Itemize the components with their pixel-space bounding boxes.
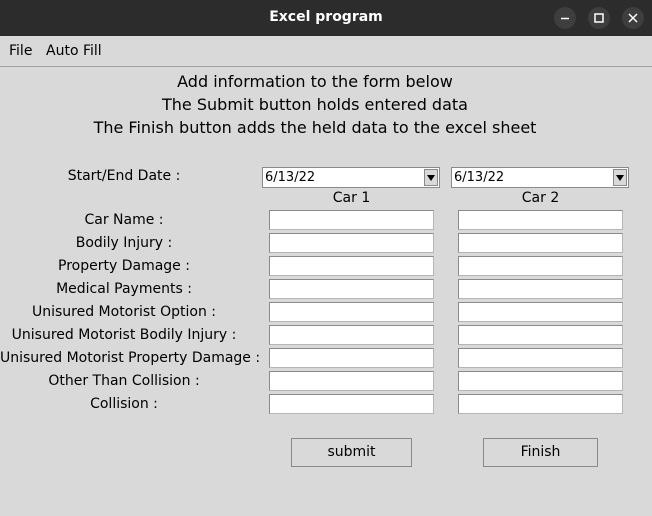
- car2-bodily-injury-input[interactable]: [458, 233, 623, 253]
- car2-medical-payments-input[interactable]: [458, 279, 623, 299]
- end-date-value: 6/13/22: [454, 170, 505, 185]
- chevron-down-icon: [427, 175, 435, 181]
- car1-collision-input[interactable]: [269, 394, 434, 414]
- start-date-value: 6/13/22: [265, 170, 316, 185]
- field-label-um-bodily-injury: Unisured Motorist Bodily Injury :: [11, 327, 237, 343]
- car2-car-name-input[interactable]: [458, 210, 623, 230]
- chevron-down-icon: [616, 175, 624, 181]
- field-label-um-option: Unisured Motorist Option :: [31, 304, 217, 320]
- car1-um-option-input[interactable]: [269, 302, 434, 322]
- car1-other-than-collision-input[interactable]: [269, 371, 434, 391]
- close-button[interactable]: [622, 7, 644, 29]
- car2-other-than-collision-input[interactable]: [458, 371, 623, 391]
- car2-um-option-input[interactable]: [458, 302, 623, 322]
- field-label-property-damage: Property Damage :: [58, 258, 190, 274]
- car1-um-property-damage-input[interactable]: [269, 348, 434, 368]
- car1-um-bodily-injury-input[interactable]: [269, 325, 434, 345]
- window-titlebar: Excel program: [0, 0, 652, 36]
- field-label-um-property-damage: Unisured Motorist Property Damage :: [0, 350, 261, 366]
- maximize-button[interactable]: [588, 7, 610, 29]
- header-line-2: The Submit button holds entered data: [162, 95, 468, 114]
- header-line-3: The Finish button adds the held data to …: [93, 118, 537, 137]
- car1-property-damage-input[interactable]: [269, 256, 434, 276]
- menu-file[interactable]: File: [9, 43, 32, 59]
- field-label-bodily-injury: Bodily Injury :: [75, 235, 173, 251]
- finish-button[interactable]: Finish: [483, 438, 598, 467]
- field-label-medical-payments: Medical Payments :: [56, 281, 192, 297]
- start-date-combobox[interactable]: 6/13/22: [262, 167, 440, 188]
- car2-property-damage-input[interactable]: [458, 256, 623, 276]
- field-label-other-than-collision: Other Than Collision :: [48, 373, 200, 389]
- close-icon: [628, 13, 638, 23]
- end-date-dropdown-button[interactable]: [613, 169, 627, 186]
- start-date-dropdown-button[interactable]: [424, 169, 438, 186]
- menu-bar: File Auto Fill: [0, 36, 652, 67]
- field-label-car-name: Car Name :: [84, 212, 164, 228]
- car1-car-name-input[interactable]: [269, 210, 434, 230]
- end-date-combobox[interactable]: 6/13/22: [451, 167, 629, 188]
- minimize-button[interactable]: [554, 7, 576, 29]
- column-header-car1: Car 1: [332, 190, 371, 206]
- column-header-car2: Car 2: [521, 190, 560, 206]
- menu-auto-fill[interactable]: Auto Fill: [46, 43, 102, 59]
- car1-medical-payments-input[interactable]: [269, 279, 434, 299]
- car2-um-bodily-injury-input[interactable]: [458, 325, 623, 345]
- date-label: Start/End Date :: [67, 168, 181, 184]
- car2-collision-input[interactable]: [458, 394, 623, 414]
- car2-um-property-damage-input[interactable]: [458, 348, 623, 368]
- car1-bodily-injury-input[interactable]: [269, 233, 434, 253]
- header-line-1: Add information to the form below: [177, 72, 453, 91]
- field-label-collision: Collision :: [90, 396, 158, 412]
- minimize-icon: [561, 17, 569, 20]
- maximize-icon: [594, 13, 604, 23]
- submit-button[interactable]: submit: [291, 438, 412, 467]
